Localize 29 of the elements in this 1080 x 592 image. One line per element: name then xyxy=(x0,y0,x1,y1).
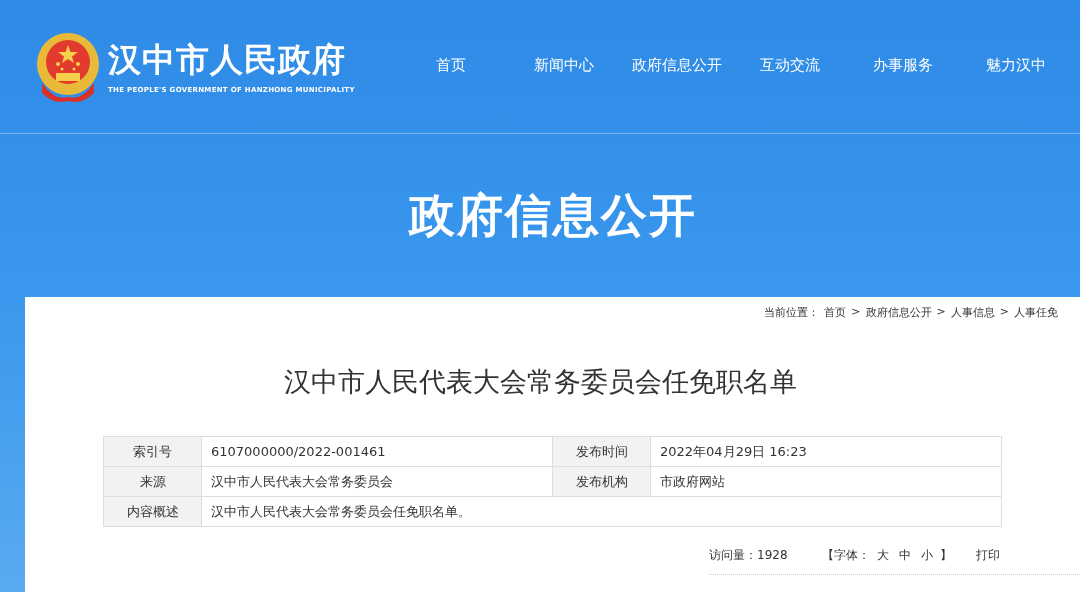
view-count: 访问量：1928 xyxy=(709,547,788,564)
label-cell: 索引号 xyxy=(104,437,202,467)
font-size-link[interactable]: 小 xyxy=(920,547,933,564)
font-size-link[interactable]: 大 xyxy=(876,547,889,564)
value-cell: 汉中市人民代表大会常务委员会 xyxy=(202,467,553,497)
value-cell: 2022年04月29日 16:23 xyxy=(651,437,1002,467)
breadcrumb-label: 当前位置： xyxy=(764,305,820,320)
breadcrumb-separator: > xyxy=(936,305,946,320)
national-emblem-icon xyxy=(34,30,102,103)
font-size-label: 【字体： xyxy=(821,547,870,564)
breadcrumb-link[interactable]: 政府信息公开 xyxy=(865,305,932,320)
breadcrumb-link[interactable]: 人事信息 xyxy=(950,305,995,320)
label-cell: 发布时间 xyxy=(553,437,651,467)
label-cell: 来源 xyxy=(104,467,202,497)
value-cell: 市政府网站 xyxy=(651,467,1002,497)
breadcrumb-separator: > xyxy=(999,305,1009,320)
label-cell: 发布机构 xyxy=(553,467,651,497)
breadcrumb-separator: > xyxy=(851,305,861,320)
font-size-link[interactable]: 中 xyxy=(898,547,911,564)
print-link[interactable]: 打印 xyxy=(975,547,1000,564)
label-cell: 内容概述 xyxy=(104,497,202,527)
breadcrumb-link[interactable]: 首页 xyxy=(824,305,847,320)
banner-title: 政府信息公开 xyxy=(407,186,697,244)
site-name: 汉中市人民政府 xyxy=(108,39,347,80)
value-cell: 汉中市人民代表大会常务委员会任免职名单。 xyxy=(202,497,1002,527)
bracket-text: 】 xyxy=(939,547,952,564)
article-title: 汉中市人民代表大会常务委员会任免职名单 xyxy=(282,365,798,399)
breadcrumb-link[interactable]: 人事任免 xyxy=(1014,305,1058,320)
value-cell: 6107000000/2022-001461 xyxy=(202,437,553,467)
